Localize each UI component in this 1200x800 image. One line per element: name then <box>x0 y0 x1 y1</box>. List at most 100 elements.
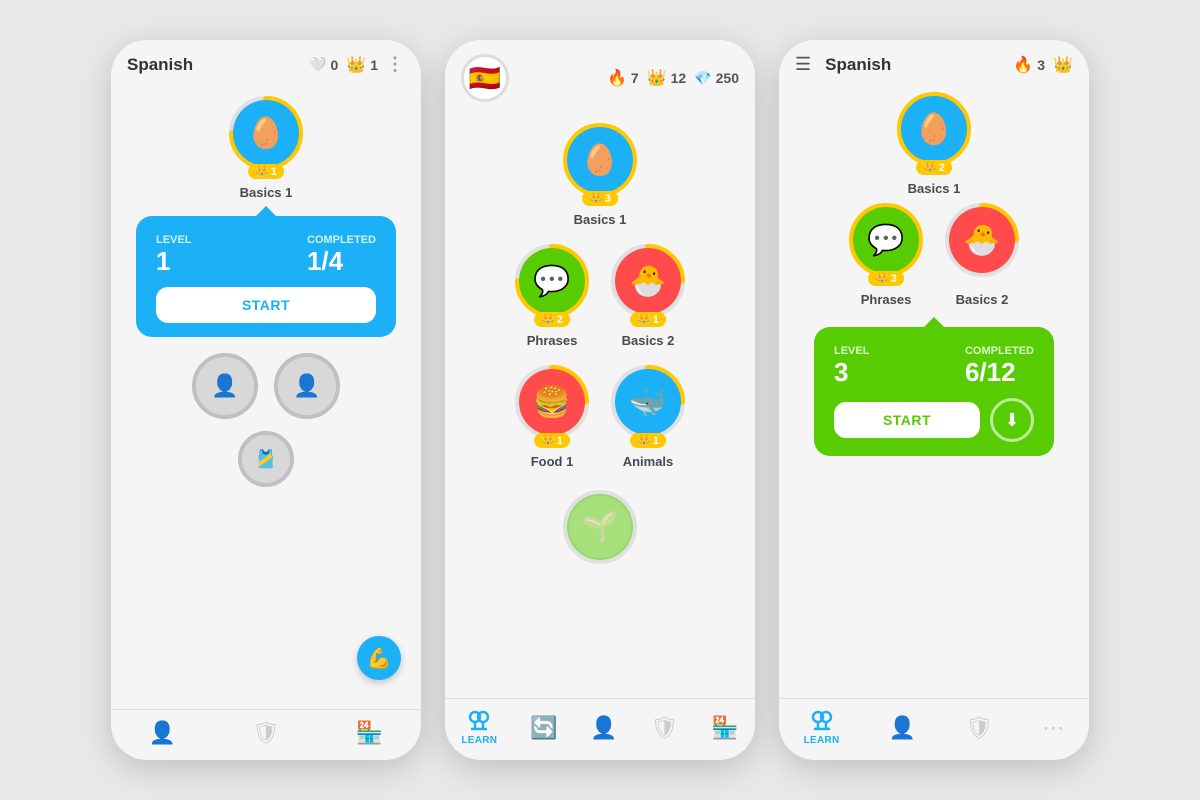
nav-learn-p2[interactable]: LEARN <box>461 709 497 746</box>
nav-shield-p3[interactable]: 🛡 <box>965 715 993 741</box>
crowns-stat-p2: 👑 12 <box>647 68 687 88</box>
basics2-ring: 🐣 👑1 <box>610 243 686 319</box>
basics1-icon: 🥚 <box>233 100 299 166</box>
level-label: Level <box>156 234 191 246</box>
hamburger-menu-icon[interactable]: ☰ <box>795 54 811 75</box>
phrases-node-p3[interactable]: 💬 👑3 Phrases <box>848 202 924 307</box>
shield-nav-icon: 🛡 <box>252 720 280 746</box>
nav-extra-p3[interactable]: ⋯ <box>1042 715 1064 741</box>
completed-value-p3: 6/12 <box>965 357 1034 388</box>
crown-icon: 👑 <box>346 55 366 75</box>
row-phrases-basics2: 💬 👑2 Phrases 🐣 👑1 <box>514 243 686 360</box>
basics2-label-p2: Basics 2 <box>622 333 675 348</box>
flames-stat-p3: 🔥 3 <box>1013 55 1045 75</box>
basics1-label-p2: Basics 1 <box>574 212 627 227</box>
basics1-ring: 🥚 👑1 <box>228 95 304 171</box>
profile-nav-icon-p3: 👤 <box>889 715 916 741</box>
basics1-ring-p2: 🥚 👑3 <box>562 122 638 198</box>
phrases-crown: 👑2 <box>534 312 570 327</box>
flame-icon-p3: 🔥 <box>1013 55 1033 75</box>
nav-profile-p3[interactable]: 👤 <box>889 715 916 741</box>
basics1-label-p3: Basics 1 <box>908 181 961 196</box>
basics2-node-p3[interactable]: 🐣 Basics 2 <box>944 202 1020 307</box>
dumbbell-button[interactable]: 💪 <box>357 636 401 680</box>
food1-node-p2[interactable]: 🍔 👑1 Food 1 <box>514 364 590 469</box>
popup-stats-row: Level 1 Completed 1/4 <box>156 234 376 277</box>
basics1-crown: 👑1 <box>248 164 284 179</box>
basics1-node-p3[interactable]: 🥚 👑2 Basics 1 <box>896 91 972 196</box>
phone3-content: 🥚 👑2 Basics 1 💬 👑3 <box>779 85 1089 698</box>
extra-nav-icon-p3: ⋯ <box>1042 715 1064 741</box>
completed-stat-p3: Completed 6/12 <box>965 345 1034 388</box>
hearts-stat: 🤍 0 <box>309 56 338 73</box>
level-value: 1 <box>156 246 191 277</box>
nav-home-p1[interactable]: 👤 <box>149 720 176 746</box>
phrases-icon: 💬 <box>519 248 585 314</box>
top-bar-phone1: Spanish 🤍 0 👑 1 ⋮ <box>111 40 421 85</box>
phrases-label-p2: Phrases <box>527 333 578 348</box>
shop-nav-icon-p2: 🏪 <box>711 715 738 741</box>
level-stat-p3: Level 3 <box>834 345 869 388</box>
completed-label: Completed <box>307 234 376 246</box>
row-phrases-basics2-p3: 💬 👑3 Phrases 🐣 Basics 2 <box>848 202 1020 319</box>
flames-stat-p2: 🔥 7 <box>607 68 639 88</box>
heart-icon: 🤍 <box>309 56 326 73</box>
gems-stat-p2: 💎 250 <box>694 70 739 87</box>
start-button-p3[interactable]: START <box>834 402 980 438</box>
popup-btn-row-p3: START ⬇ <box>834 398 1034 442</box>
start-button-p1[interactable]: START <box>156 287 376 323</box>
nav-shop-p1[interactable]: 🏪 <box>356 720 383 746</box>
basics1-crown-p2: 👑3 <box>582 191 618 206</box>
basics1-node-p2[interactable]: 🥚 👑3 Basics 1 <box>562 122 638 227</box>
crown-stat-p3: 👑 <box>1053 55 1073 75</box>
basics2-icon: 🐣 <box>615 248 681 314</box>
nav-shield-p2[interactable]: 🛡 <box>650 715 678 741</box>
nav-refresh-p2[interactable]: 🔄 <box>530 715 557 741</box>
download-button-p3[interactable]: ⬇ <box>990 398 1034 442</box>
phrases-ring-p3: 💬 👑3 <box>848 202 924 278</box>
food1-label-p2: Food 1 <box>531 454 574 469</box>
completed-label-p3: Completed <box>965 345 1034 357</box>
ghost-node-3: 🎽 <box>238 431 294 487</box>
basics1-node-p1[interactable]: 🥚 👑1 Basics 1 <box>228 95 304 200</box>
top-bar-phone2: 🇪🇸 🔥 7 👑 12 💎 250 <box>445 40 755 112</box>
popup-stats-row-p3: Level 3 Completed 6/12 <box>834 345 1034 388</box>
animals-label-p2: Animals <box>623 454 674 469</box>
row-food-animals: 🍔 👑1 Food 1 🐳 👑1 <box>514 364 686 481</box>
phrases-node-p2[interactable]: 💬 👑2 Phrases <box>514 243 590 348</box>
basics1-crown-p3: 👑2 <box>916 160 952 175</box>
next-node-hint: 🌱 <box>562 489 638 565</box>
profile-nav-icon: 👤 <box>590 715 617 741</box>
gem-icon-p2: 💎 <box>694 70 711 87</box>
animals-node-p2[interactable]: 🐳 👑1 Animals <box>610 364 686 469</box>
more-options-icon[interactable]: ⋮ <box>386 54 405 75</box>
crown-icon-p2: 👑 <box>647 68 667 88</box>
next-node-icon: 🌱 <box>567 494 633 560</box>
basics1-ring-p3: 🥚 👑2 <box>896 91 972 167</box>
ghost-nodes-row: 👤 👤 <box>192 353 340 419</box>
learn-nav-label-p3: Learn <box>804 735 840 746</box>
basics2-node-p2[interactable]: 🐣 👑1 Basics 2 <box>610 243 686 348</box>
phrases-label-p3: Phrases <box>861 292 912 307</box>
level-label-p3: Level <box>834 345 869 357</box>
animals-icon: 🐳 <box>615 369 681 435</box>
top-bar-phone3: ☰ Spanish 🔥 3 👑 <box>779 40 1089 85</box>
learn-nav-icon <box>467 709 491 733</box>
basics2-crown: 👑1 <box>630 312 666 327</box>
nav-shield-p1[interactable]: 🛡 <box>252 720 280 746</box>
nav-profile-p2[interactable]: 👤 <box>590 715 617 741</box>
basics2-label-p3: Basics 2 <box>956 292 1009 307</box>
basics1-popup-p1: Level 1 Completed 1/4 START <box>136 216 396 337</box>
basics1-label-p1: Basics 1 <box>240 185 293 200</box>
learn-nav-icon-p3 <box>810 709 834 733</box>
food1-icon: 🍔 <box>519 369 585 435</box>
basics2-ring-p3: 🐣 <box>944 202 1020 278</box>
level-value-p3: 3 <box>834 357 869 388</box>
nav-learn-p3[interactable]: Learn <box>804 709 840 746</box>
nav-shop-p2[interactable]: 🏪 <box>711 715 738 741</box>
basics1-icon-p3: 🥚 <box>901 96 967 162</box>
phone-3: ☰ Spanish 🔥 3 👑 🥚 👑2 Basics 1 <box>779 40 1089 760</box>
app-title-phone1: Spanish <box>127 55 301 75</box>
ghost-node-2: 👤 <box>274 353 340 419</box>
app-title-phone3: Spanish <box>825 55 911 75</box>
